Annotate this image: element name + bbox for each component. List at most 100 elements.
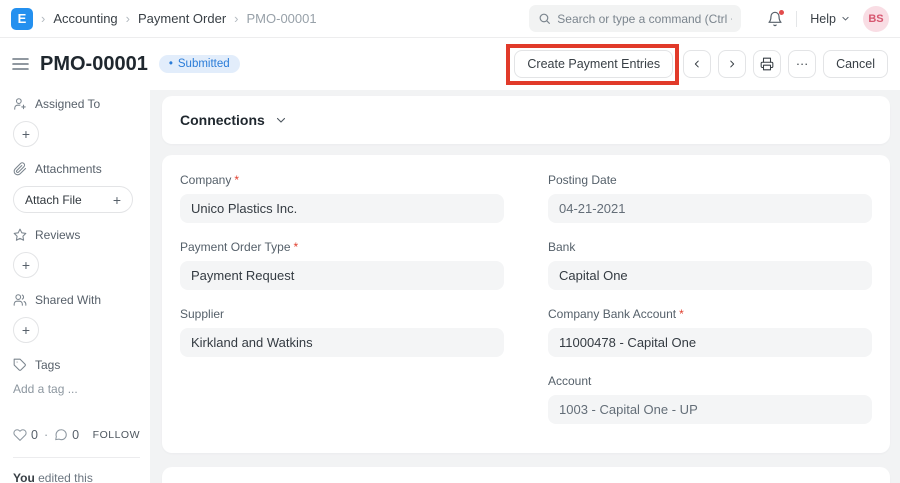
supplier-input[interactable]: Kirkland and Watkins — [180, 328, 504, 357]
print-button[interactable] — [753, 50, 781, 78]
chevron-right-icon: › — [234, 11, 238, 26]
follow-button[interactable]: FOLLOW — [93, 429, 140, 441]
form-column-right: Posting Date 04-21-2021 Bank Capital One… — [548, 173, 872, 441]
shared-with-header: Shared With — [13, 293, 140, 307]
company-bank-account-input[interactable]: 11000478 - Capital One — [548, 328, 872, 357]
field-account: Account 1003 - Capital One - UP — [548, 374, 872, 424]
page-title: PMO-00001 — [40, 53, 148, 76]
attach-file-label: Attach File — [25, 193, 82, 207]
breadcrumb-current: PMO-00001 — [247, 11, 317, 26]
shared-with-section: Shared With + — [13, 293, 140, 343]
payment-order-type-label: Payment Order Type — [180, 240, 291, 254]
search-icon — [538, 12, 551, 25]
field-label-row: Company Bank Account* — [548, 307, 872, 321]
field-label-row: Account — [548, 374, 872, 388]
breadcrumb-accounting[interactable]: Accounting — [53, 11, 117, 26]
field-label-row: Bank — [548, 240, 872, 254]
tags-label: Tags — [35, 358, 60, 372]
prev-document-button[interactable] — [683, 50, 711, 78]
field-supplier: Supplier Kirkland and Watkins — [180, 307, 504, 357]
comment-count[interactable]: 0 — [72, 428, 79, 442]
add-tag-input[interactable]: Add a tag ... — [13, 382, 140, 396]
bank-input[interactable]: Capital One — [548, 261, 872, 290]
posting-date-label: Posting Date — [548, 173, 617, 187]
navbar: E › Accounting › Payment Order › PMO-000… — [0, 0, 900, 38]
create-payment-entries-button[interactable]: Create Payment Entries — [514, 50, 673, 78]
form-column-left: Company* Unico Plastics Inc. Payment Ord… — [180, 173, 504, 441]
status-label: Submitted — [178, 58, 230, 70]
notification-dot — [779, 10, 784, 15]
chevron-down-icon — [841, 14, 850, 23]
field-payment-order-type: Payment Order Type* Payment Request — [180, 240, 504, 290]
erpnext-logo-icon[interactable]: E — [11, 8, 33, 30]
chevron-down-icon — [275, 114, 287, 126]
dot-separator: · — [44, 428, 48, 442]
reviews-section: Reviews + — [13, 228, 140, 278]
star-icon — [13, 228, 27, 242]
page-actions: Create Payment Entries ··· Cancel — [514, 50, 888, 78]
notifications-button[interactable] — [767, 11, 783, 27]
chevron-left-icon — [692, 59, 702, 69]
add-review-button[interactable]: + — [13, 252, 39, 278]
reviews-label: Reviews — [35, 228, 80, 242]
printer-icon — [760, 57, 774, 71]
tag-icon — [13, 358, 27, 372]
global-search[interactable] — [529, 5, 741, 32]
shared-users-icon — [13, 293, 27, 307]
activity-actor: You — [13, 471, 35, 483]
navbar-right: Help BS — [529, 5, 889, 32]
account-input[interactable]: 1003 - Capital One - UP — [548, 395, 872, 424]
search-input[interactable] — [557, 12, 732, 26]
payment-order-type-input[interactable]: Payment Request — [180, 261, 504, 290]
status-dot: • — [169, 58, 173, 70]
field-label-row: Payment Order Type* — [180, 240, 504, 254]
comment-icon[interactable] — [54, 428, 68, 442]
assigned-to-section: Assigned To + — [13, 97, 140, 147]
more-menu-button[interactable]: ··· — [788, 50, 816, 78]
field-company: Company* Unico Plastics Inc. — [180, 173, 504, 223]
navbar-divider — [796, 11, 797, 27]
form-sidebar: Assigned To + Attachments Attach File + … — [0, 90, 150, 483]
sidebar-divider — [13, 457, 140, 458]
assigned-to-label: Assigned To — [35, 97, 100, 111]
details-section: Company* Unico Plastics Inc. Payment Ord… — [162, 155, 890, 453]
field-label-row: Supplier — [180, 307, 504, 321]
field-posting-date: Posting Date 04-21-2021 — [548, 173, 872, 223]
field-bank: Bank Capital One — [548, 240, 872, 290]
heart-icon[interactable] — [13, 428, 27, 442]
reviews-header: Reviews — [13, 228, 140, 242]
field-label-row: Posting Date — [548, 173, 872, 187]
help-label: Help — [810, 12, 836, 26]
status-badge: • Submitted — [159, 55, 240, 73]
primary-action-wrap: Create Payment Entries — [514, 50, 673, 78]
connections-title: Connections — [180, 112, 265, 128]
chevron-right-icon — [727, 59, 737, 69]
assign-user-icon — [13, 97, 27, 111]
like-count[interactable]: 0 — [31, 428, 38, 442]
payment-order-reference-section: Payment Order Reference No. Type Name Am… — [162, 467, 890, 483]
field-label-row: Company* — [180, 173, 504, 187]
paperclip-icon — [13, 162, 27, 176]
cancel-button[interactable]: Cancel — [823, 50, 888, 78]
user-avatar[interactable]: BS — [863, 6, 889, 32]
company-input[interactable]: Unico Plastics Inc. — [180, 194, 504, 223]
share-button[interactable]: + — [13, 317, 39, 343]
page-body: Assigned To + Attachments Attach File + … — [0, 90, 900, 483]
next-document-button[interactable] — [718, 50, 746, 78]
add-assignment-button[interactable]: + — [13, 121, 39, 147]
sidebar-toggle-icon[interactable] — [12, 57, 29, 71]
form-main: Connections Company* Unico Plastics Inc.… — [150, 90, 900, 483]
attachments-header: Attachments — [13, 162, 140, 176]
field-company-bank-account: Company Bank Account* 11000478 - Capital… — [548, 307, 872, 357]
company-bank-account-label: Company Bank Account — [548, 307, 676, 321]
chevron-right-icon: › — [126, 11, 130, 26]
breadcrumb-payment-order[interactable]: Payment Order — [138, 11, 226, 26]
tags-header: Tags — [13, 358, 140, 372]
supplier-label: Supplier — [180, 307, 224, 321]
help-dropdown[interactable]: Help — [810, 12, 850, 26]
activity-edited: You edited this just now — [13, 471, 140, 483]
required-marker: * — [234, 173, 239, 187]
connections-section[interactable]: Connections — [162, 96, 890, 144]
attach-file-button[interactable]: Attach File + — [13, 186, 133, 213]
posting-date-input[interactable]: 04-21-2021 — [548, 194, 872, 223]
